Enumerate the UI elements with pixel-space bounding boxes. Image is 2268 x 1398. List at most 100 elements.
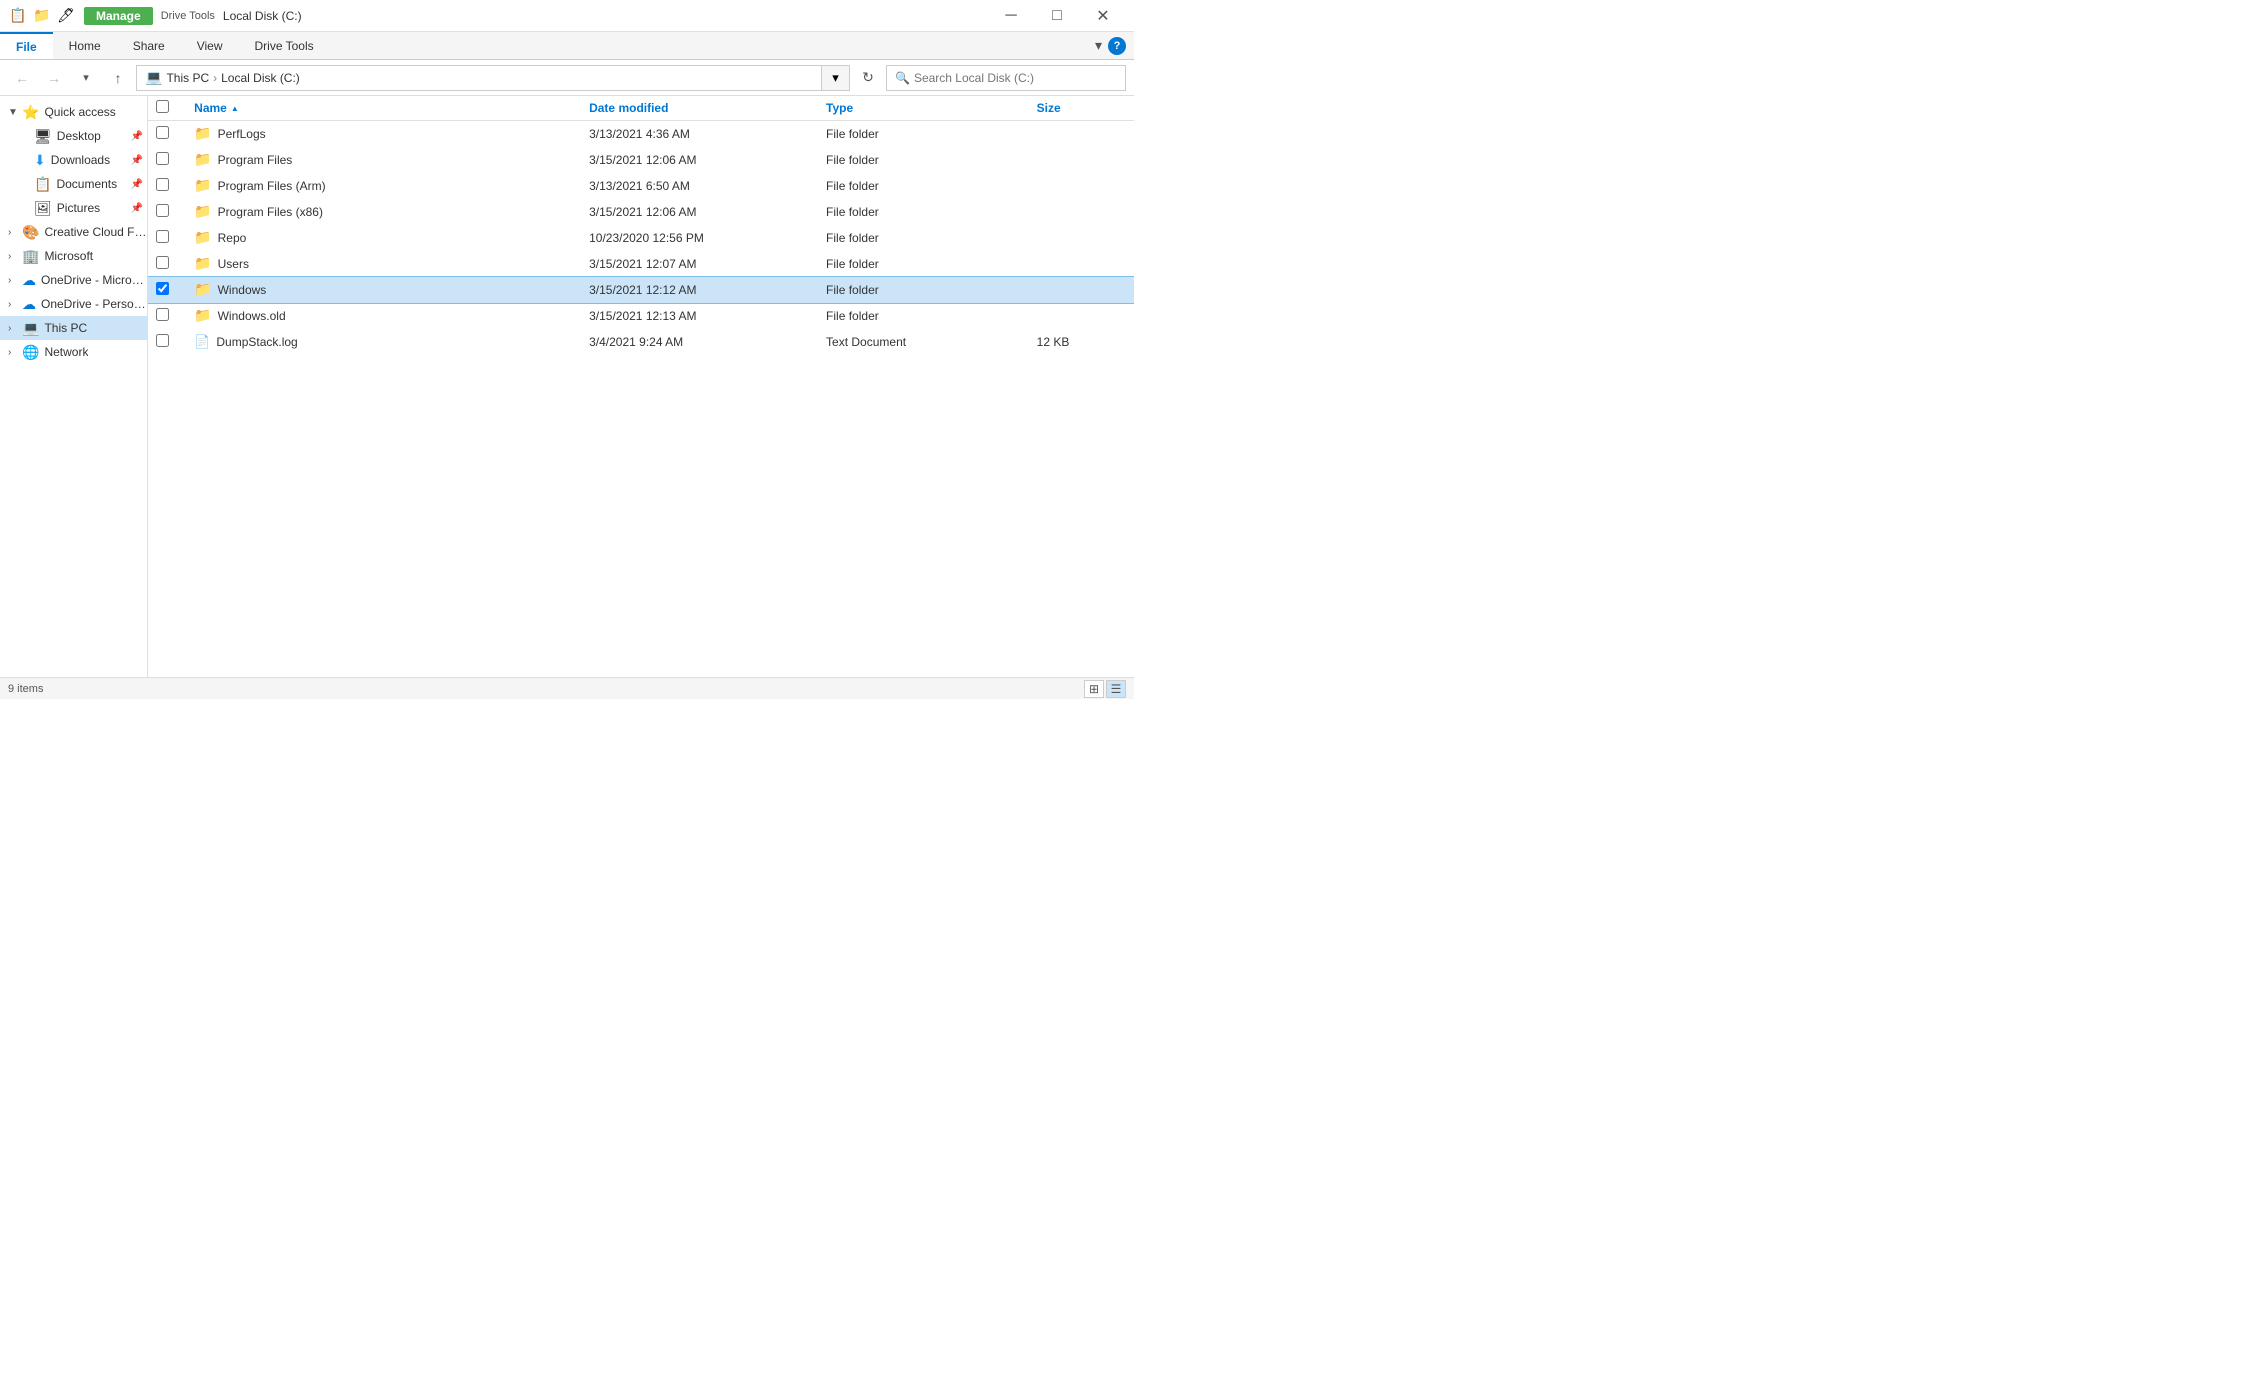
col-header-size[interactable]: Size [1029, 96, 1134, 121]
folder-icon: 📁 [194, 307, 211, 324]
sidebar-label-microsoft: Microsoft [44, 249, 93, 263]
drive-tools-label: Drive Tools [161, 10, 215, 22]
sidebar-item-quick-access[interactable]: ▼ ⭐ Quick access [0, 100, 147, 124]
sidebar-item-pictures[interactable]: 🖼 Pictures 📌 [0, 196, 147, 220]
row-checkbox[interactable] [156, 204, 169, 217]
table-row[interactable]: 📁Program Files3/15/2021 12:06 AMFile fol… [148, 147, 1134, 173]
row-checkbox[interactable] [156, 256, 169, 269]
pictures-pin-icon: 📌 [131, 203, 143, 214]
col-header-type[interactable]: Type [818, 96, 1029, 121]
file-date: 3/15/2021 12:06 AM [581, 199, 818, 225]
folder-icon[interactable]: 📁 [32, 6, 52, 26]
manage-tab-button[interactable]: Manage [84, 7, 153, 25]
table-row[interactable]: 📁Windows3/15/2021 12:12 AMFile folder [148, 277, 1134, 303]
row-checkbox[interactable] [156, 152, 169, 165]
search-box: 🔍 [886, 65, 1126, 91]
sidebar-label-network: Network [44, 345, 88, 359]
documents-pin-icon: 📌 [131, 179, 143, 190]
col-header-name[interactable]: Name ▲ [186, 96, 581, 121]
file-table-body: 📁PerfLogs3/13/2021 4:36 AMFile folder📁Pr… [148, 121, 1134, 355]
file-size [1029, 173, 1134, 199]
table-row[interactable]: 📄DumpStack.log3/4/2021 9:24 AMText Docum… [148, 329, 1134, 355]
row-checkbox[interactable] [156, 178, 169, 191]
sidebar-item-desktop[interactable]: 🖥 Desktop 📌 [0, 124, 147, 148]
back-button[interactable]: ← [8, 64, 36, 92]
path-local-disk[interactable]: Local Disk (C:) [221, 71, 300, 85]
tab-share[interactable]: Share [117, 32, 181, 59]
file-type: Text Document [818, 329, 1029, 355]
close-button[interactable]: ✕ [1080, 0, 1126, 32]
file-name: Program Files (Arm) [218, 179, 326, 193]
folder-icon: 📁 [194, 125, 211, 142]
refresh-button[interactable]: ↻ [854, 64, 882, 92]
select-all-checkbox[interactable] [156, 100, 169, 113]
file-type: File folder [818, 121, 1029, 147]
table-row[interactable]: 📁PerfLogs3/13/2021 4:36 AMFile folder [148, 121, 1134, 147]
tab-drive-tools[interactable]: Drive Tools [239, 32, 330, 59]
ribbon: File Home Share View Drive Tools ▾ ? [0, 32, 1134, 60]
address-path-container: 💻 This PC › Local Disk (C:) ▾ [136, 65, 850, 91]
search-icon: 🔍 [895, 71, 910, 85]
file-name: PerfLogs [218, 127, 266, 141]
address-path[interactable]: 💻 This PC › Local Disk (C:) [136, 65, 822, 91]
sidebar-item-this-pc[interactable]: › 💻 This PC [0, 316, 147, 340]
col-header-date[interactable]: Date modified [581, 96, 818, 121]
view-details-button[interactable]: ⊞ [1084, 680, 1104, 698]
row-checkbox[interactable] [156, 308, 169, 321]
address-dropdown-button[interactable]: ▾ [822, 65, 850, 91]
sidebar-item-creative-cloud[interactable]: › 🎨 Creative Cloud Files [0, 220, 147, 244]
file-list[interactable]: Name ▲ Date modified Type Size 📁 PerfLogs… [148, 96, 1134, 677]
sidebar-item-onedrive-personal[interactable]: › ☁ OneDrive - Personal [0, 292, 147, 316]
table-row[interactable]: 📁Repo10/23/2020 12:56 PMFile folder [148, 225, 1134, 251]
col-header-check[interactable] [148, 96, 186, 121]
view-list-button[interactable]: ☰ [1106, 680, 1126, 698]
ribbon-right: ▾ ? [1087, 32, 1134, 59]
maximize-button[interactable]: □ [1034, 0, 1080, 32]
tab-view[interactable]: View [181, 32, 239, 59]
name-sort-arrow: ▲ [231, 104, 239, 113]
sidebar-item-documents[interactable]: 📋 Documents 📌 [0, 172, 147, 196]
table-row[interactable]: 📁Program Files (x86)3/15/2021 12:06 AMFi… [148, 199, 1134, 225]
file-type: File folder [818, 147, 1029, 173]
sidebar-label-documents: Documents [56, 177, 117, 191]
sidebar-label-downloads: Downloads [51, 153, 110, 167]
row-checkbox[interactable] [156, 282, 169, 295]
network-icon: 🌐 [22, 344, 39, 361]
recent-locations-button[interactable]: ▾ [72, 64, 100, 92]
sidebar: ▼ ⭐ Quick access 🖥 Desktop 📌 ⬇ Downloads… [0, 96, 148, 677]
sidebar-item-onedrive-microsoft[interactable]: › ☁ OneDrive - Microsoft [0, 268, 147, 292]
row-checkbox[interactable] [156, 334, 169, 347]
title-bar-icons: 📋 📁 🖊 [8, 6, 76, 26]
onedrive-ms-arrow: › [8, 275, 22, 286]
row-checkbox[interactable] [156, 230, 169, 243]
help-icon[interactable]: ? [1108, 37, 1126, 55]
path-this-pc[interactable]: This PC [166, 71, 209, 85]
file-type: File folder [818, 277, 1029, 303]
table-row[interactable]: 📁Program Files (Arm)3/13/2021 6:50 AMFil… [148, 173, 1134, 199]
table-row[interactable]: 📁Windows.old3/15/2021 12:13 AMFile folde… [148, 303, 1134, 329]
title-bar: 📋 📁 🖊 Manage Drive Tools Local Disk (C:)… [0, 0, 1134, 32]
clipboard-icon[interactable]: 📋 [8, 6, 28, 26]
minimize-button[interactable]: ─ [988, 0, 1034, 32]
tab-home[interactable]: Home [53, 32, 117, 59]
file-size [1029, 121, 1134, 147]
table-row[interactable]: 📁Users3/15/2021 12:07 AMFile folder [148, 251, 1134, 277]
file-date: 3/15/2021 12:13 AM [581, 303, 818, 329]
forward-button[interactable]: → [40, 64, 68, 92]
file-table-header: Name ▲ Date modified Type Size [148, 96, 1134, 121]
sidebar-item-network[interactable]: › 🌐 Network [0, 340, 147, 364]
pen-icon[interactable]: 🖊 [56, 6, 76, 26]
file-date: 3/4/2021 9:24 AM [581, 329, 818, 355]
sidebar-item-microsoft[interactable]: › 🏢 Microsoft [0, 244, 147, 268]
row-checkbox[interactable] [156, 126, 169, 139]
search-input[interactable] [914, 71, 1117, 85]
up-button[interactable]: ↑ [104, 64, 132, 92]
tab-file[interactable]: File [0, 32, 53, 59]
file-size [1029, 225, 1134, 251]
sidebar-item-downloads[interactable]: ⬇ Downloads 📌 [0, 148, 147, 172]
file-date: 10/23/2020 12:56 PM [581, 225, 818, 251]
help-dropdown-icon[interactable]: ▾ [1095, 37, 1102, 54]
file-date: 3/15/2021 12:07 AM [581, 251, 818, 277]
path-separator: › [213, 71, 217, 85]
file-name: Users [218, 257, 249, 271]
